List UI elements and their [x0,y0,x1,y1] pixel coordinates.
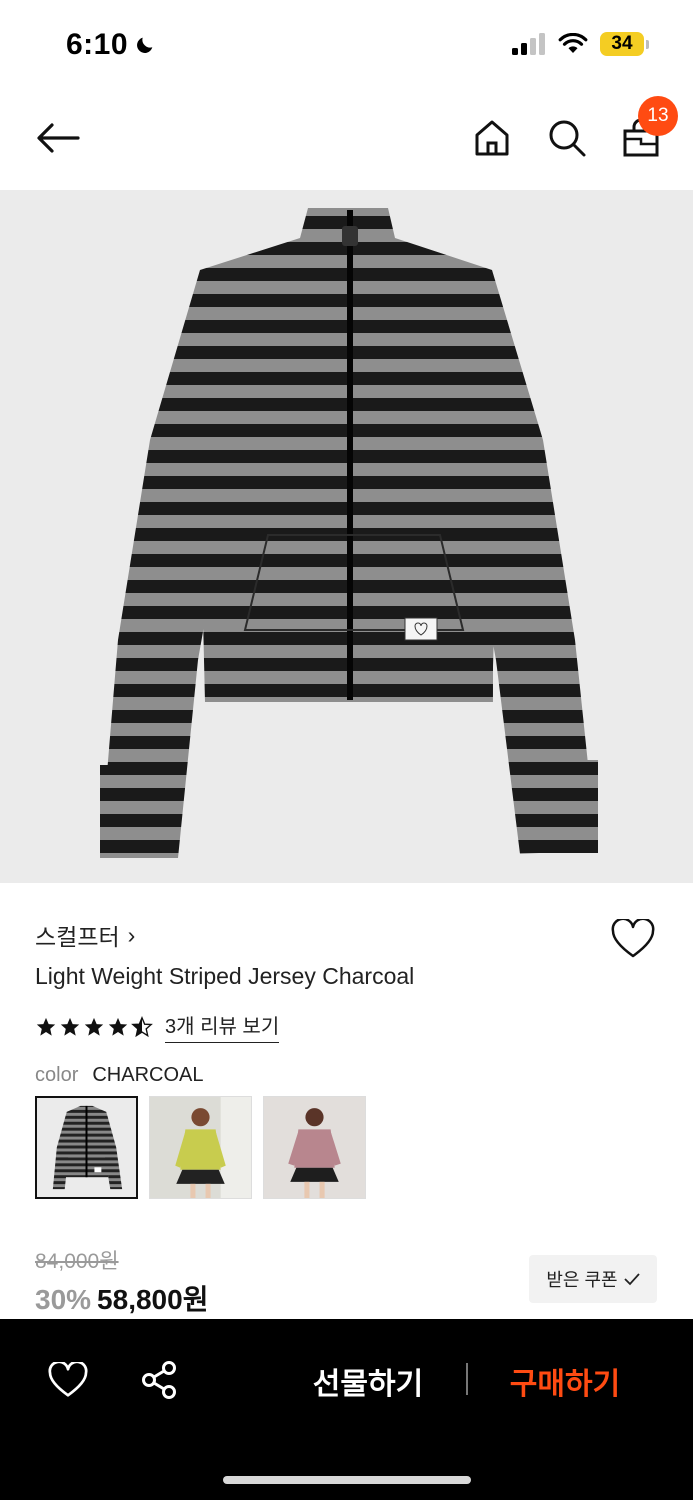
home-indicator [223,1476,471,1484]
status-time: 6:10 [66,28,156,62]
search-icon [549,120,586,157]
model-yellow-image [150,1097,251,1198]
buy-button[interactable]: 구매하기 [490,1359,640,1403]
star-icon [60,1017,80,1036]
wishlist-button[interactable] [609,916,657,962]
jacket-thumbnail-image [37,1098,136,1197]
brand-name: 스컬프터 [35,924,120,950]
color-row: color CHARCOAL [35,1064,204,1087]
home-button[interactable] [466,112,518,164]
search-button[interactable] [541,112,593,164]
rating-stars [35,1015,153,1038]
star-icon [108,1017,128,1036]
share-button[interactable] [138,1358,180,1402]
moon-icon [137,37,153,53]
action-divider [466,1363,468,1395]
brand-link[interactable]: 스컬프터 › [35,918,135,952]
top-navigation [0,92,693,190]
time-text: 6:10 [66,28,129,61]
wifi-icon [558,33,588,53]
original-price: 84,000원 [35,1250,119,1273]
status-bar: 6:10 34 [0,0,693,92]
star-icon [84,1017,104,1036]
home-icon [475,120,509,156]
battery-level: 34 [600,32,644,56]
cart-count-badge: 13 [638,96,678,136]
battery-tip [646,39,649,49]
discount-rate: 30% [35,1284,92,1315]
battery-indicator: 34 [600,32,649,56]
thumbnail-model-yellow[interactable] [149,1096,252,1199]
color-label: color [35,1064,79,1086]
product-name: Light Weight Striped Jersey Charcoal [35,963,415,989]
back-button[interactable] [30,114,86,162]
product-image[interactable] [0,190,693,883]
coupon-label: 받은 쿠폰 [546,1270,618,1290]
striped-jacket-image [100,208,598,858]
share-icon [142,1361,176,1399]
final-price: 58,800원 [97,1284,209,1315]
image-thumbnails [35,1096,366,1199]
bottom-wishlist-button[interactable] [45,1359,91,1401]
model-pink-image [264,1097,365,1198]
heart-icon [48,1362,88,1397]
rating-row: 3개 리뷰 보기 [35,1010,280,1043]
chevron-right-icon: › [127,921,136,948]
review-link[interactable]: 3개 리뷰 보기 [165,1010,280,1043]
color-value: CHARCOAL [92,1064,204,1086]
checkmark-icon [623,1273,640,1286]
thumbnail-jacket[interactable] [35,1096,138,1199]
price-row: 30% 58,800원 [35,1278,208,1318]
back-arrow-icon [37,123,80,153]
bottom-action-bar: 선물하기 구매하기 [0,1319,693,1500]
half-star-icon [131,1015,153,1037]
heart-icon [611,919,655,958]
signal-icon [512,33,545,55]
coupon-button[interactable]: 받은 쿠폰 [529,1255,657,1303]
star-icon [36,1017,56,1036]
status-icons: 34 [512,32,649,56]
thumbnail-model-pink[interactable] [263,1096,366,1199]
gift-button[interactable]: 선물하기 [293,1359,443,1403]
